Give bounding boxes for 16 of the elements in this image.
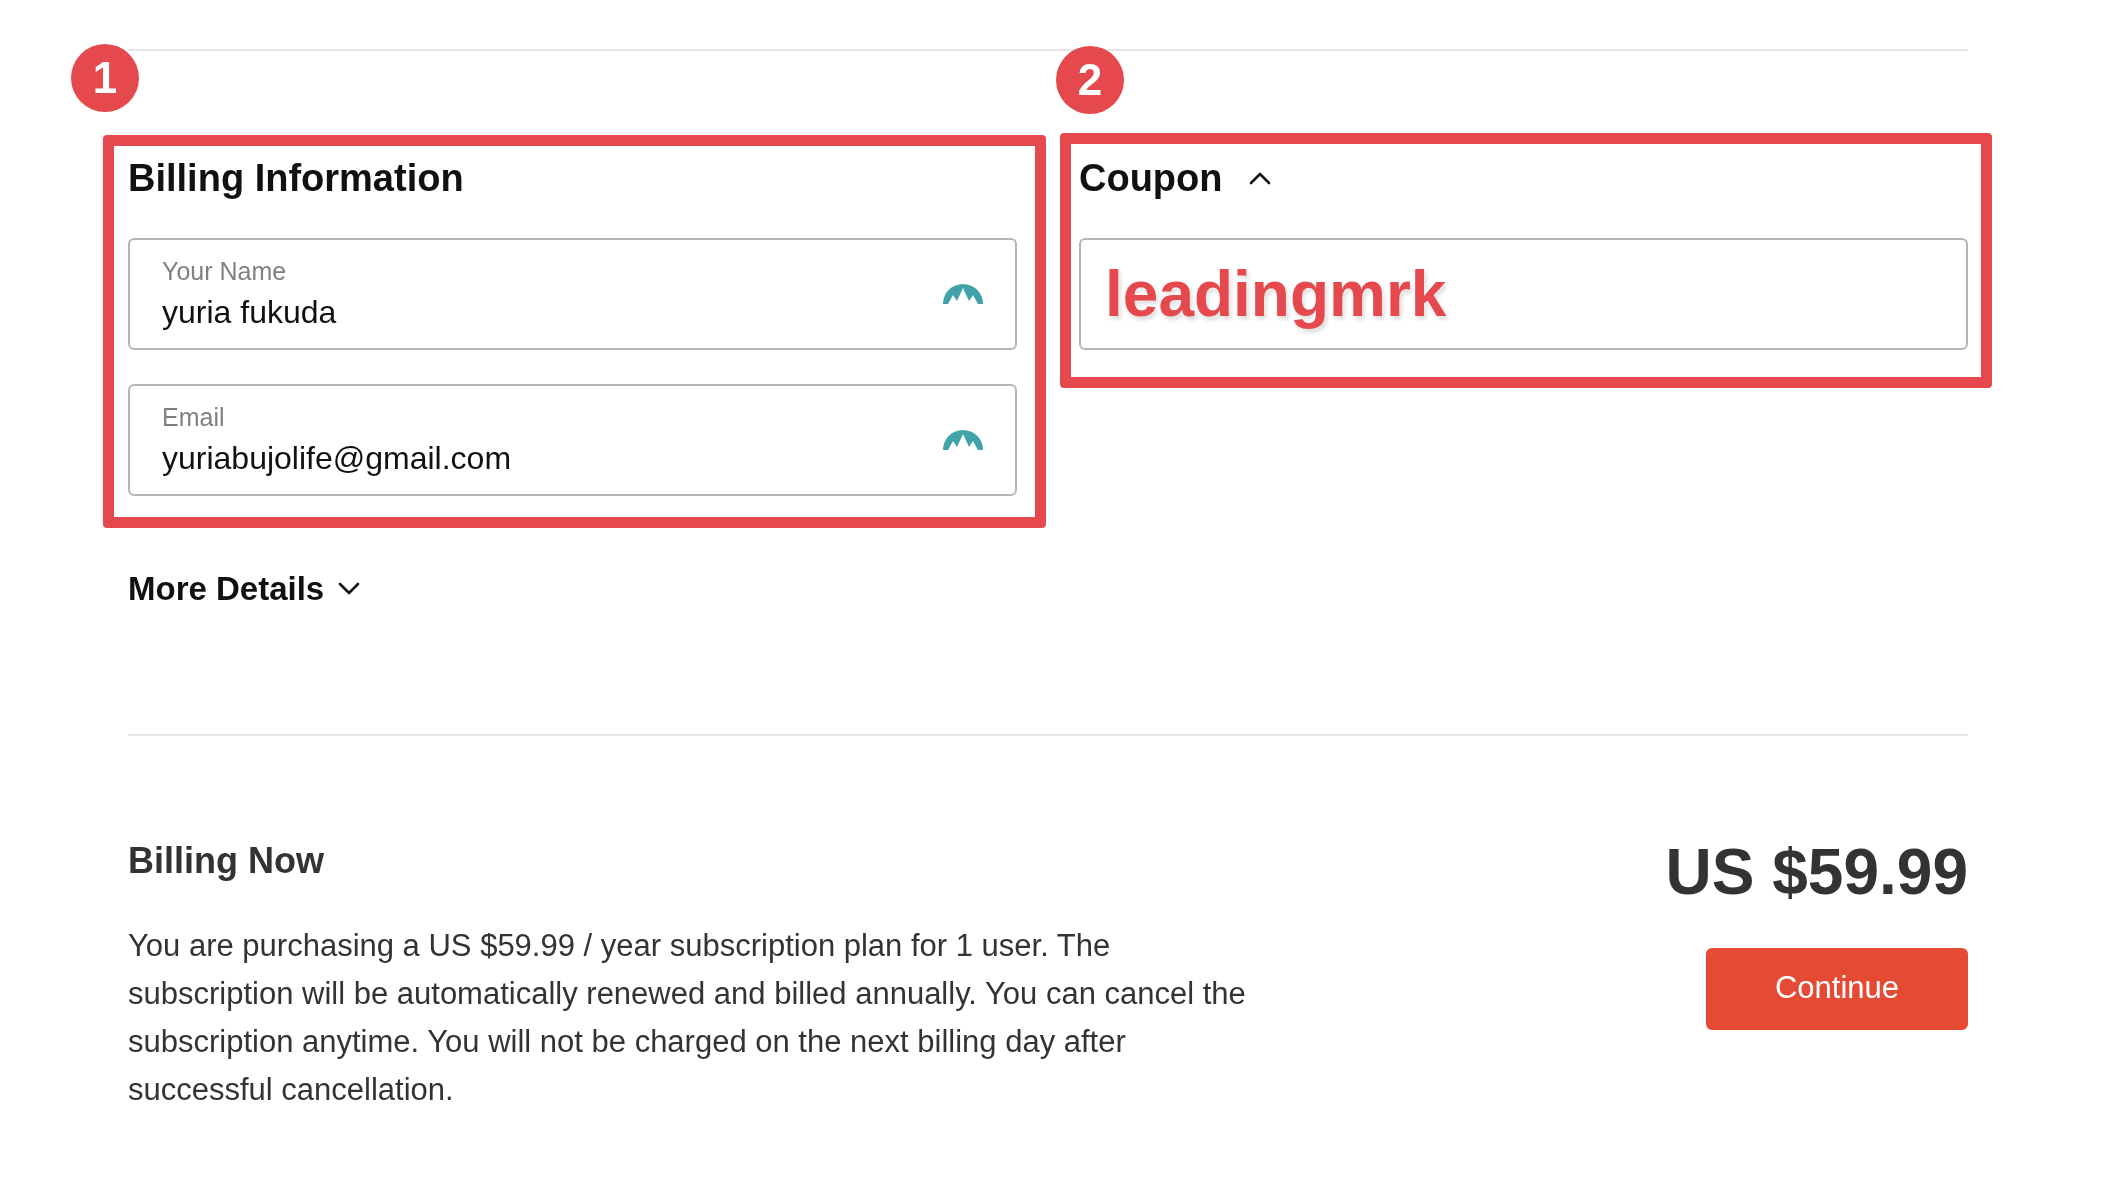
section-title: Billing Now xyxy=(128,838,325,883)
section-title: Billing Information xyxy=(128,156,465,201)
description-text: You are purchasing a US $59.99 / year subscription plan for 1 user. The subscription will be automatically renewed and billed annually. You can cancel the subscription anytime. You will not be charged on the next billing day after successful cancellation. xyxy=(128,926,1247,1109)
price-text: US $59.99 xyxy=(1665,834,1968,910)
chevron-icon xyxy=(338,581,361,596)
more-details-toggle[interactable]: More Details xyxy=(128,564,1017,614)
input-field[interactable]: Email yuriabujolife@gmail.com xyxy=(128,384,1017,496)
chevron-icon xyxy=(1248,171,1271,185)
coupon-field[interactable]: leadingmrk xyxy=(1079,238,1968,350)
continue-button[interactable]: Continue xyxy=(1706,947,1968,1030)
step-badge: 2 xyxy=(1056,46,1124,114)
mountain-icon xyxy=(943,430,983,450)
input-field[interactable]: Your Name yuria fukuda xyxy=(128,238,1017,350)
step-badge: 1 xyxy=(71,44,139,112)
coupon-toggle[interactable]: Coupon xyxy=(1079,153,1968,203)
mountain-icon xyxy=(943,284,983,304)
